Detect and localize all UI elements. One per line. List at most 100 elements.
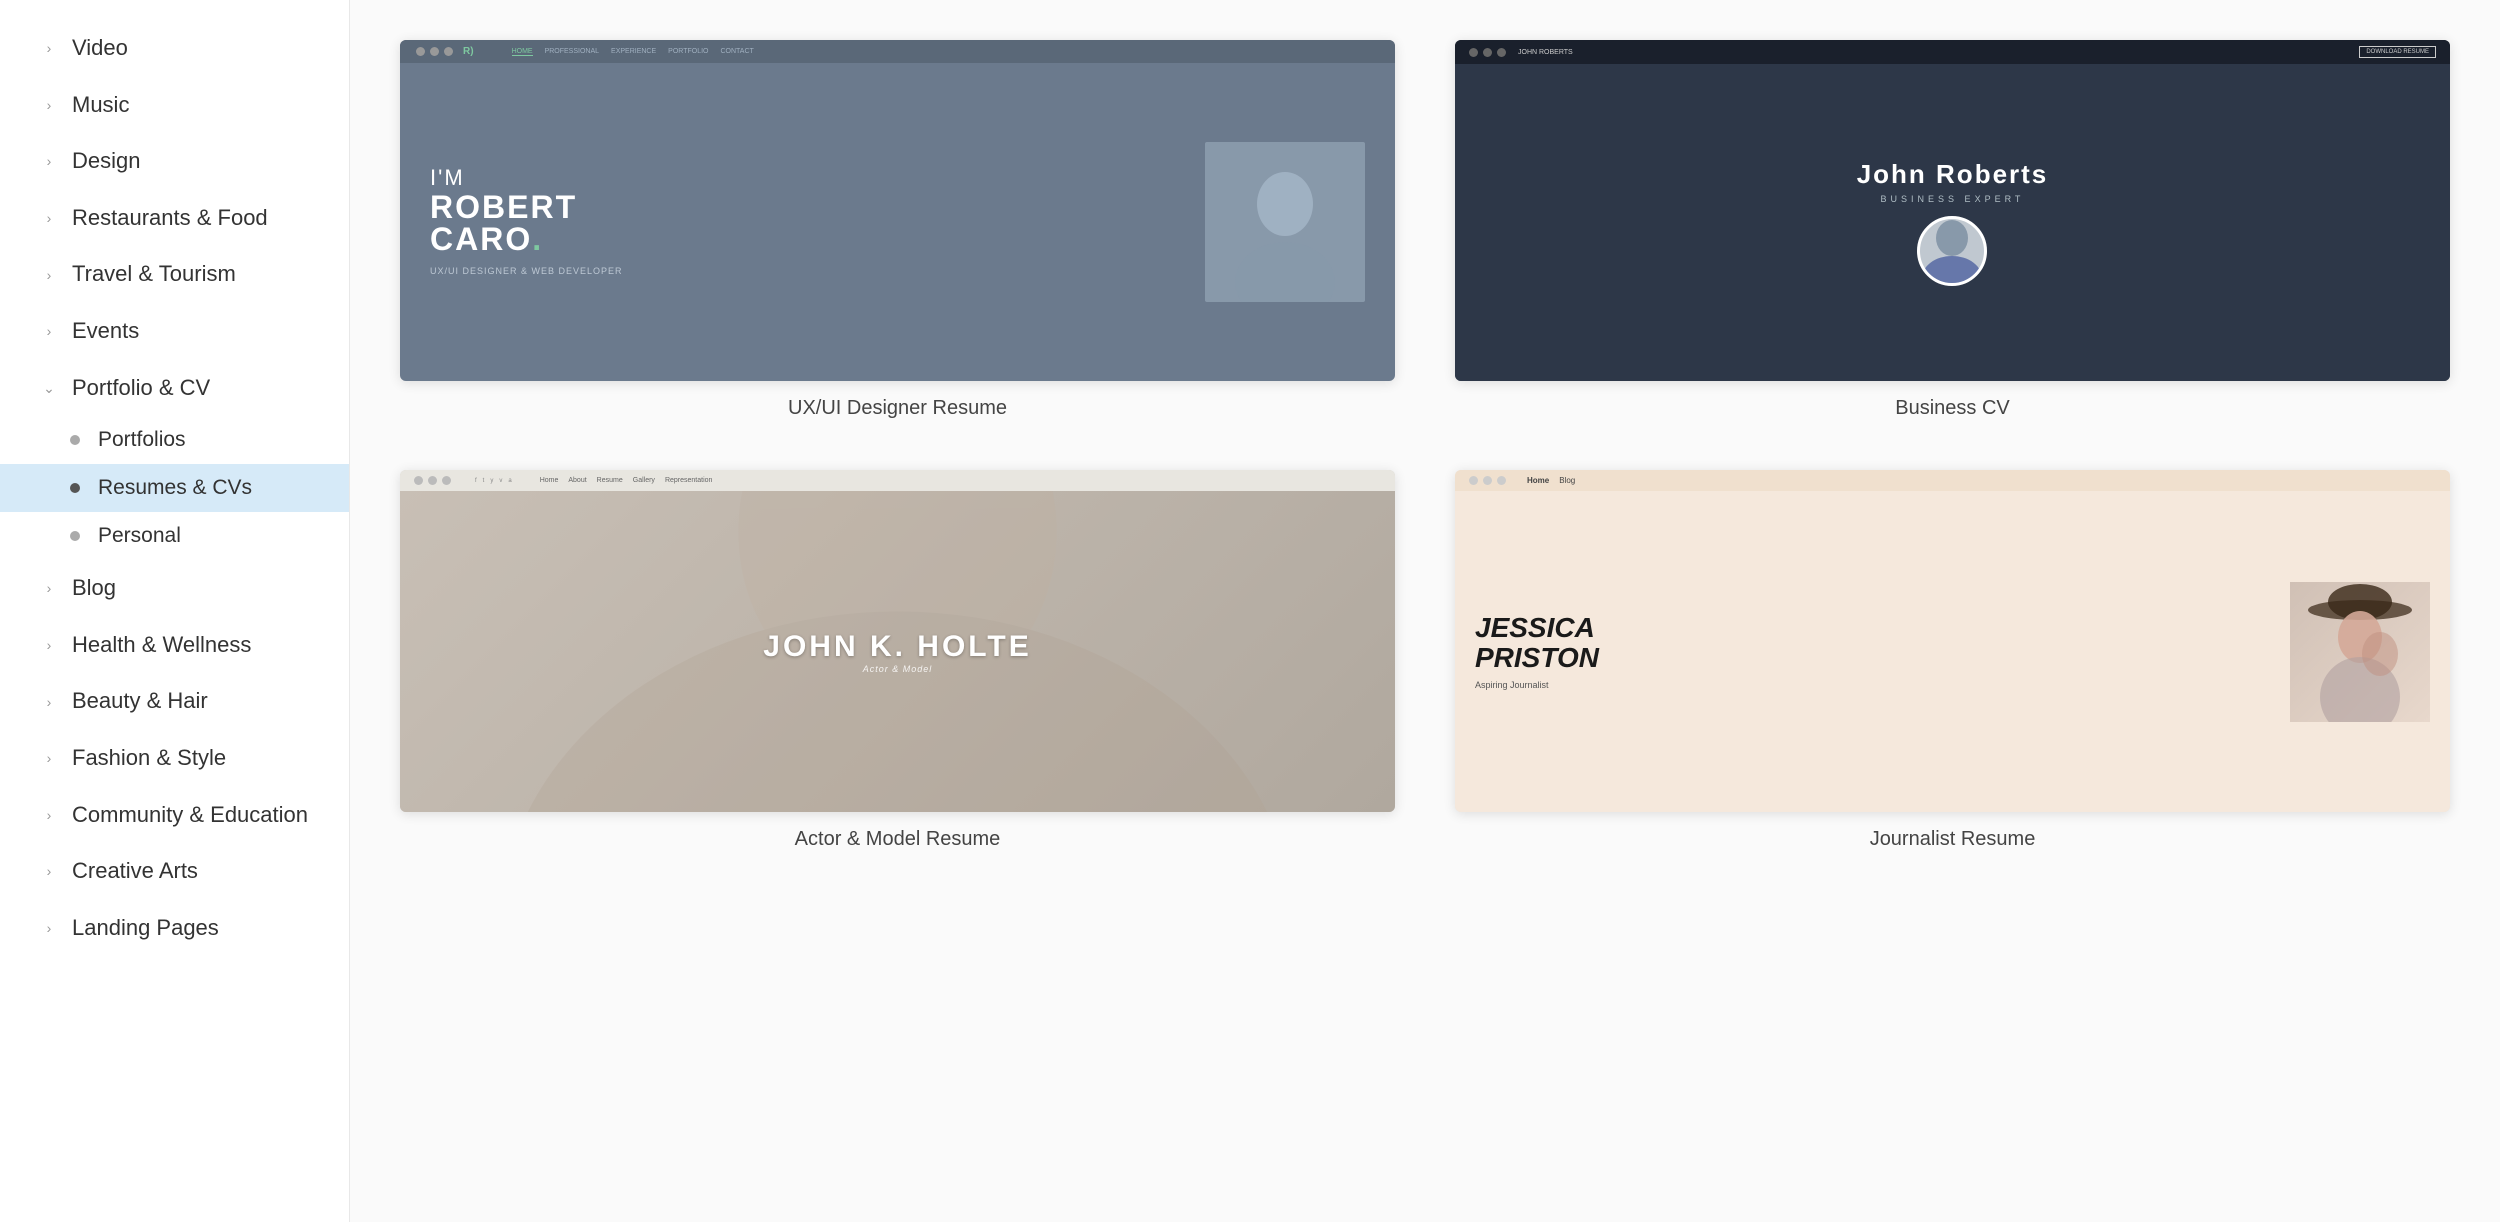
sidebar-item-events[interactable]: › Events <box>0 303 349 360</box>
jessica-topbar: Home Blog <box>1455 470 2450 491</box>
template-preview-businesscv[interactable]: JOHN ROBERTS DOWNLOAD RESUME John Robert… <box>1455 40 2450 381</box>
sidebar-item-label: Blog <box>72 574 116 603</box>
sidebar-item-creative[interactable]: › Creative Arts <box>0 843 349 900</box>
sidebar-item-label: Health & Wellness <box>72 631 251 660</box>
main-content: R) HOME PROFESSIONAL EXPERIENCE PORTFOLI… <box>350 0 2500 1222</box>
social-v: v <box>499 478 502 484</box>
uxui-subtitle: UX/UI DESIGNER & WEB DEVELOPER <box>430 265 1205 279</box>
nav-rep: Representation <box>665 477 712 484</box>
template-card-jessica[interactable]: Home Blog JESSICAPRISTON Aspiring Journa… <box>1455 470 2450 850</box>
businesscv-preview-inner: JOHN ROBERTS DOWNLOAD RESUME John Robert… <box>1455 40 2450 381</box>
uxui-navbar: R) HOME PROFESSIONAL EXPERIENCE PORTFOLI… <box>400 40 1395 63</box>
businesscv-title: BUSINESS EXPERT <box>1857 194 2049 204</box>
nav-blog: Blog <box>1559 476 1575 485</box>
portfolio-subgroup: Portfolios Resumes & CVs Personal <box>0 416 349 560</box>
uxui-preview-inner: R) HOME PROFESSIONAL EXPERIENCE PORTFOLI… <box>400 40 1395 381</box>
dot-3 <box>1497 48 1506 57</box>
sidebar-item-music[interactable]: › Music <box>0 77 349 134</box>
chevron-right-icon: › <box>40 39 58 57</box>
sidebar-item-label: Creative Arts <box>72 857 198 886</box>
template-card-uxui[interactable]: R) HOME PROFESSIONAL EXPERIENCE PORTFOLI… <box>400 40 1395 420</box>
chevron-right-icon: › <box>40 266 58 284</box>
actor-subtitle: Actor & Model <box>763 664 1031 674</box>
sidebar-item-blog[interactable]: › Blog <box>0 560 349 617</box>
sidebar-item-video[interactable]: › Video <box>0 20 349 77</box>
dot-1 <box>1469 48 1478 57</box>
sidebar: › Video › Music › Design › Restaurants &… <box>0 0 350 1222</box>
actor-topbar: f t y v a Home About Resume Gallery Repr… <box>400 470 1395 491</box>
actor-social-links: f t y v a <box>475 478 512 484</box>
sidebar-subitem-resumes[interactable]: Resumes & CVs <box>0 464 349 512</box>
chevron-right-icon: › <box>40 693 58 711</box>
social-y: y <box>490 478 493 484</box>
window-dots <box>416 47 453 56</box>
actor-content: JOHN K. HOLTE Actor & Model <box>400 491 1395 811</box>
uxui-text-block: I'M ROBERT CARO. UX/UI DESIGNER & WEB DE… <box>430 166 1205 278</box>
jessica-photo <box>2290 582 2430 722</box>
dot-red <box>416 47 425 56</box>
sidebar-subitem-label: Portfolios <box>98 428 186 452</box>
chevron-right-icon: › <box>40 96 58 114</box>
sidebar-item-label: Video <box>72 34 128 63</box>
template-preview-uxui[interactable]: R) HOME PROFESSIONAL EXPERIENCE PORTFOLI… <box>400 40 1395 381</box>
bullet-icon <box>70 531 80 541</box>
dot-3 <box>442 476 451 485</box>
sidebar-item-label: Community & Education <box>72 801 308 830</box>
businesscv-site-name: JOHN ROBERTS <box>1518 49 1573 56</box>
template-preview-jessica[interactable]: Home Blog JESSICAPRISTON Aspiring Journa… <box>1455 470 2450 811</box>
sidebar-item-portfolio[interactable]: ⌄ Portfolio & CV <box>0 360 349 417</box>
businesscv-name: John Roberts <box>1857 159 2049 190</box>
sidebar-item-fashion[interactable]: › Fashion & Style <box>0 730 349 787</box>
actor-nav-links: Home About Resume Gallery Representation <box>540 477 713 484</box>
businesscv-dl-btn: DOWNLOAD RESUME <box>2359 46 2436 58</box>
template-card-businesscv[interactable]: JOHN ROBERTS DOWNLOAD RESUME John Robert… <box>1455 40 2450 420</box>
dot-2 <box>1483 48 1492 57</box>
chevron-right-icon: › <box>40 862 58 880</box>
sidebar-item-travel[interactable]: › Travel & Tourism <box>0 246 349 303</box>
jessica-preview-inner: Home Blog JESSICAPRISTON Aspiring Journa… <box>1455 470 2450 811</box>
jessica-content: JESSICAPRISTON Aspiring Journalist <box>1455 491 2450 811</box>
window-dots <box>414 476 451 485</box>
sidebar-item-label: Travel & Tourism <box>72 260 236 289</box>
actor-label: Actor & Model Resume <box>400 828 1395 851</box>
template-card-actor[interactable]: f t y v a Home About Resume Gallery Repr… <box>400 470 1395 850</box>
businesscv-topbar: JOHN ROBERTS DOWNLOAD RESUME <box>1455 40 2450 64</box>
jessica-text-side: JESSICAPRISTON Aspiring Journalist <box>1475 613 2290 690</box>
sidebar-item-design[interactable]: › Design <box>0 133 349 190</box>
sidebar-item-landing[interactable]: › Landing Pages <box>0 900 349 957</box>
social-f: f <box>475 478 477 484</box>
uxui-im-text: I'M <box>430 166 1205 190</box>
nav-experience: EXPERIENCE <box>611 48 656 56</box>
chevron-right-icon: › <box>40 919 58 937</box>
sidebar-subitem-personal[interactable]: Personal <box>0 512 349 560</box>
sidebar-item-community[interactable]: › Community & Education <box>0 787 349 844</box>
chevron-right-icon: › <box>40 209 58 227</box>
dot-green <box>444 47 453 56</box>
chevron-right-icon: › <box>40 636 58 654</box>
jessica-name: JESSICAPRISTON <box>1475 613 2280 672</box>
uxui-dot-accent: . <box>532 221 543 257</box>
template-preview-actor[interactable]: f t y v a Home About Resume Gallery Repr… <box>400 470 1395 811</box>
sidebar-subitem-portfolios[interactable]: Portfolios <box>0 416 349 464</box>
jessica-label: Journalist Resume <box>1455 828 2450 851</box>
dot-1 <box>1469 476 1478 485</box>
dot-3 <box>1497 476 1506 485</box>
actor-name-overlay: JOHN K. HOLTE Actor & Model <box>763 630 1031 674</box>
nav-about: About <box>568 477 586 484</box>
nav-resume: Resume <box>597 477 623 484</box>
sidebar-item-health[interactable]: › Health & Wellness <box>0 617 349 674</box>
sidebar-item-label: Fashion & Style <box>72 744 226 773</box>
dot-2 <box>428 476 437 485</box>
chevron-right-icon: › <box>40 806 58 824</box>
sidebar-item-beauty[interactable]: › Beauty & Hair <box>0 673 349 730</box>
sidebar-item-label: Restaurants & Food <box>72 204 268 233</box>
nav-home: Home <box>1527 476 1549 485</box>
sidebar-item-restaurants[interactable]: › Restaurants & Food <box>0 190 349 247</box>
dot-2 <box>1483 476 1492 485</box>
social-a: a <box>508 478 511 484</box>
jessica-subtitle: Aspiring Journalist <box>1475 680 2280 690</box>
uxui-nav-links: HOME PROFESSIONAL EXPERIENCE PORTFOLIO C… <box>512 48 754 56</box>
avatar-silhouette <box>1922 216 1982 286</box>
chevron-right-icon: › <box>40 152 58 170</box>
chevron-right-icon: › <box>40 749 58 767</box>
